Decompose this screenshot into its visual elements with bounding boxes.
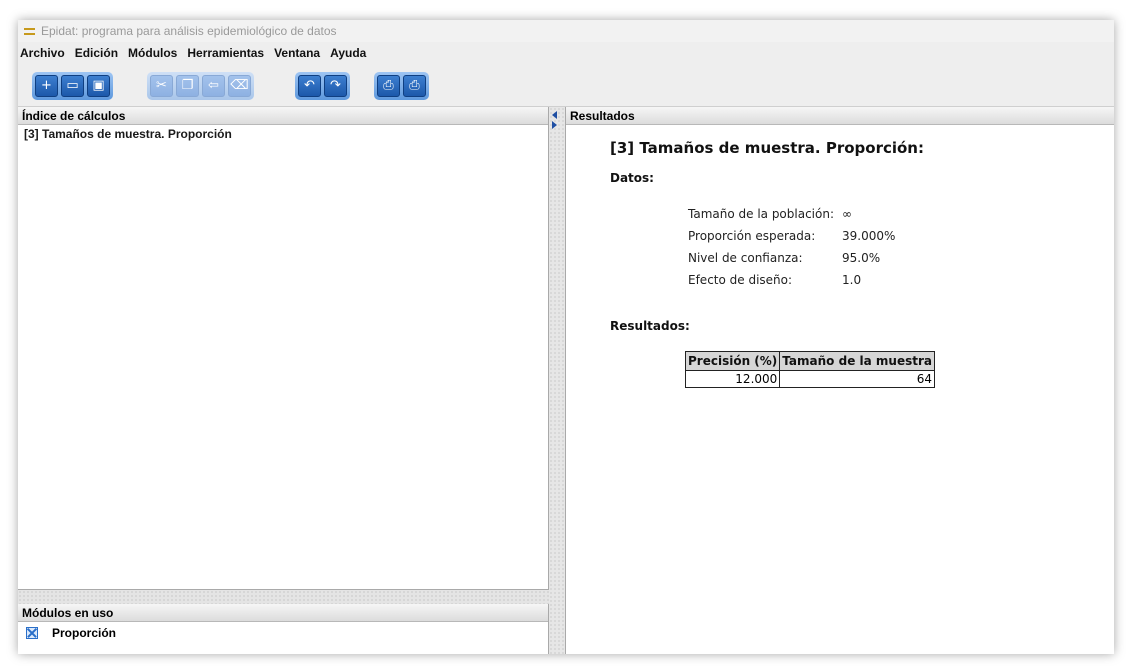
results-heading: Resultados: <box>610 319 690 333</box>
new-file-button[interactable]: + <box>35 75 58 97</box>
horizontal-splitter[interactable] <box>18 590 549 605</box>
title-bar: Epidat: programa para análisis epidemiol… <box>18 20 1114 42</box>
results-panel-header: Resultados <box>566 107 1114 125</box>
cut-icon: ✂ <box>156 78 167 93</box>
app-window: Epidat: programa para análisis epidemiol… <box>18 20 1114 654</box>
copy-button[interactable]: ❐ <box>176 75 199 97</box>
file-toolbar-group: + ▭ ▣ <box>32 72 113 100</box>
open-folder-icon: ▭ <box>66 78 79 93</box>
column-header-precision: Precisión (%) <box>684 351 781 371</box>
menu-bar: Archivo Edición Módulos Herramientas Ven… <box>18 42 1114 64</box>
data-heading: Datos: <box>610 171 654 185</box>
table-cell-precision: 12.000 <box>684 370 781 388</box>
module-item[interactable]: Proporción <box>26 626 116 640</box>
expand-right-icon[interactable] <box>552 121 557 129</box>
index-panel: Índice de cálculos [3] Tamaños de muestr… <box>18 107 549 590</box>
param-value: 95.0% <box>842 251 881 265</box>
print-icon: ⎙ <box>409 78 420 93</box>
print-preview-button[interactable]: ⎙ <box>377 75 400 97</box>
copy-icon: ❐ <box>181 78 194 93</box>
report-title: [3] Tamaños de muestra. Proporción: <box>610 139 924 157</box>
toolbar: + ▭ ▣ ✂ ❐ ⇦ ⌫ ↶ ↷ ⎙ ⎙ <box>18 66 1114 107</box>
results-table: Precisión (%) Tamaño de la muestra 12.00… <box>684 351 935 388</box>
modules-panel-header: Módulos en uso <box>18 604 548 622</box>
redo-button[interactable]: ↷ <box>324 75 347 97</box>
param-label: Tamaño de la población: <box>688 207 835 221</box>
paste-button[interactable]: ⇦ <box>202 75 225 97</box>
menu-herramientas[interactable]: Herramientas <box>182 46 269 60</box>
eraser-icon: ⌫ <box>230 78 249 93</box>
window-title: Epidat: programa para análisis epidemiol… <box>41 24 337 38</box>
param-label: Nivel de confianza: <box>688 251 803 265</box>
vertical-splitter[interactable] <box>549 107 565 654</box>
param-value: ∞ <box>842 207 852 221</box>
table-header-row: Precisión (%) Tamaño de la muestra <box>684 351 935 371</box>
menu-ayuda[interactable]: Ayuda <box>325 46 371 60</box>
param-value: 39.000% <box>842 229 896 243</box>
index-panel-header: Índice de cálculos <box>18 107 548 125</box>
open-button[interactable]: ▭ <box>61 75 84 97</box>
redo-icon: ↷ <box>330 78 341 93</box>
close-module-icon[interactable] <box>26 627 38 639</box>
modules-panel: Módulos en uso Proporción <box>18 604 549 654</box>
new-file-icon: + <box>41 78 52 93</box>
menu-archivo[interactable]: Archivo <box>18 46 70 60</box>
undo-icon: ↶ <box>304 78 315 93</box>
print-button[interactable]: ⎙ <box>403 75 426 97</box>
table-cell-sample-size: 64 <box>779 370 935 388</box>
table-row: 12.000 64 <box>684 370 935 388</box>
paste-icon: ⇦ <box>208 78 219 93</box>
menu-edicion[interactable]: Edición <box>70 46 123 60</box>
column-header-sample-size: Tamaño de la muestra <box>779 351 935 371</box>
menu-modulos[interactable]: Módulos <box>123 46 182 60</box>
module-label: Proporción <box>52 626 117 640</box>
menu-ventana[interactable]: Ventana <box>269 46 325 60</box>
index-item[interactable]: [3] Tamaños de muestra. Proporción <box>24 127 232 141</box>
cut-button[interactable]: ✂ <box>150 75 173 97</box>
results-panel: Resultados [3] Tamaños de muestra. Propo… <box>565 107 1114 654</box>
param-value: 1.0 <box>842 273 862 287</box>
param-label: Efecto de diseño: <box>688 273 793 287</box>
eraser-button[interactable]: ⌫ <box>228 75 251 97</box>
save-icon: ▣ <box>92 78 105 93</box>
print-preview-icon: ⎙ <box>383 78 394 93</box>
app-logo-icon <box>24 26 35 37</box>
collapse-left-icon[interactable] <box>552 111 557 119</box>
save-button[interactable]: ▣ <box>87 75 110 97</box>
print-toolbar-group: ⎙ ⎙ <box>374 72 429 100</box>
results-report: [3] Tamaños de muestra. Proporción: Dato… <box>566 125 1114 654</box>
history-toolbar-group: ↶ ↷ <box>295 72 350 100</box>
edit-toolbar-group: ✂ ❐ ⇦ ⌫ <box>147 72 254 100</box>
undo-button[interactable]: ↶ <box>298 75 321 97</box>
param-label: Proporción esperada: <box>688 229 816 243</box>
